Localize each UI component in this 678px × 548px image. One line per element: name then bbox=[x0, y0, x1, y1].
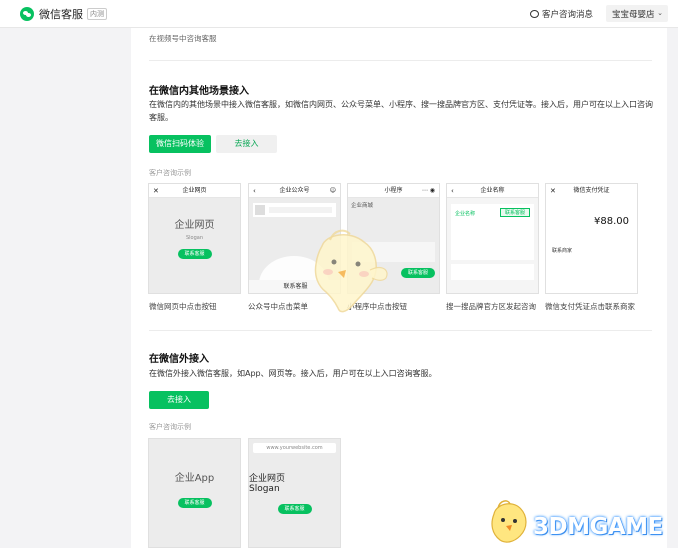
contact-merchant-text: 联系商家 bbox=[552, 248, 573, 254]
more-icon: ⋯ ◉ bbox=[421, 187, 435, 194]
watermark-text: 3DMGAME bbox=[533, 514, 663, 540]
inside-connect-button[interactable]: 去接入 bbox=[216, 135, 277, 153]
profile-icon: ☺ bbox=[329, 187, 336, 194]
card-header-title: 企业名称 bbox=[480, 187, 505, 194]
contact-service-pill: 联系客服 bbox=[177, 249, 212, 259]
back-chevron-icon: ‹ bbox=[451, 187, 454, 195]
outside-section-title: 在微信外接入 bbox=[149, 354, 209, 365]
card-header: ✕ 企业网页 bbox=[149, 184, 240, 198]
example-card-webpage: ✕ 企业网页 企业网页 Slogan 联系客服 bbox=[148, 183, 241, 294]
message-row bbox=[253, 203, 336, 217]
outside-connect-button[interactable]: 去接入 bbox=[149, 391, 209, 409]
card-header-title: 微信支付凭证 bbox=[573, 187, 610, 194]
card-caption: 微信网页中点击按钮 bbox=[149, 302, 217, 311]
watermark-mascot-icon bbox=[491, 500, 527, 543]
shop-name: 宝宝母婴店 bbox=[612, 10, 655, 20]
card-header: ‹ 企业公众号 ☺ bbox=[249, 184, 340, 198]
divider bbox=[149, 60, 652, 61]
card-body-text: 企业网页 bbox=[249, 474, 286, 484]
example-card-payment-receipt: ✕ 微信支付凭证 ¥88.00 联系商家 bbox=[545, 183, 638, 294]
inside-section-title: 在微信内其他场景接入 bbox=[149, 86, 249, 97]
avatar bbox=[255, 205, 265, 215]
card-slogan: Slogan bbox=[249, 484, 280, 494]
shop-switcher[interactable]: 宝宝母婴店 ⌄ bbox=[606, 5, 668, 22]
scan-to-try-button[interactable]: 微信扫码体验 bbox=[149, 135, 211, 153]
close-icon: ✕ bbox=[153, 187, 159, 195]
card-body-text: 企业商城 bbox=[351, 203, 374, 209]
close-icon: ✕ bbox=[550, 187, 556, 195]
card-caption: 搜一搜品牌官方区发起咨询 bbox=[446, 302, 536, 311]
payment-amount: ¥88.00 bbox=[594, 216, 629, 227]
back-chevron-icon: ‹ bbox=[253, 187, 256, 195]
contact-service-pill: 联系客服 bbox=[500, 208, 530, 217]
chat-bubble-icon bbox=[530, 10, 539, 18]
brand-area: 企业名称 联系客服 bbox=[451, 204, 534, 260]
card-body-text: 企业App bbox=[174, 473, 215, 484]
left-gutter bbox=[0, 28, 130, 548]
url-bar: www.yourwebsite.com bbox=[253, 443, 336, 453]
channels-note: 在视频号中咨询客服 bbox=[149, 34, 217, 43]
app-logo[interactable]: 微信客服 内测 bbox=[20, 6, 107, 22]
card-header: ✕ 微信支付凭证 bbox=[546, 184, 637, 198]
mascot-bird-icon bbox=[314, 229, 388, 313]
card-header: 小程序 ⋯ ◉ bbox=[348, 184, 439, 198]
outside-section-desc: 在微信外接入微信客服，如App、网页等。接入后，用户可在以上入口咨询客服。 bbox=[149, 369, 437, 378]
message-bubble bbox=[269, 207, 332, 213]
inside-section-desc: 在微信内的其他场景中接入微信客服，如微信内网页、公众号菜单、小程序、搜一搜品牌官… bbox=[149, 100, 653, 122]
card-slogan: Slogan bbox=[185, 235, 204, 241]
example-card-app: 企业App 联系客服 bbox=[148, 438, 241, 548]
customer-messages-label: 客户咨询消息 bbox=[542, 10, 594, 20]
divider bbox=[149, 330, 652, 331]
chevron-down-icon: ⌄ bbox=[657, 9, 663, 17]
app-tag: 内测 bbox=[87, 8, 107, 20]
card-caption: 公众号中点击菜单 bbox=[248, 302, 308, 311]
card-header: ‹ 企业名称 bbox=[447, 184, 538, 198]
card-body-text: 企业名称 bbox=[455, 211, 476, 217]
card-header-title: 小程序 bbox=[384, 187, 403, 194]
card-body-text: 企业网页 bbox=[174, 220, 215, 231]
outside-examples-label: 客户咨询示例 bbox=[149, 423, 191, 431]
example-card-web: www.yourwebsite.com 企业网页 Slogan 联系客服 bbox=[248, 438, 341, 548]
wechat-service-logo-icon bbox=[20, 7, 34, 21]
inside-examples-label: 客户咨询示例 bbox=[149, 169, 191, 177]
example-card-search-brand: ‹ 企业名称 企业名称 联系客服 bbox=[446, 183, 539, 294]
contact-service-pill: 联系客服 bbox=[177, 498, 212, 508]
service-row bbox=[451, 264, 534, 280]
customer-messages-link[interactable]: 客户咨询消息 bbox=[530, 8, 593, 20]
card-header-title: 企业公众号 bbox=[279, 187, 310, 194]
app-name: 微信客服 bbox=[39, 8, 83, 21]
card-caption: 微信支付凭证点击联系商家 bbox=[545, 302, 635, 311]
card-header-title: 企业网页 bbox=[182, 187, 207, 194]
contact-service-pill: 联系客服 bbox=[401, 268, 435, 278]
top-bar: 微信客服 内测 客户咨询消息 宝宝母婴店 ⌄ bbox=[0, 0, 678, 28]
contact-service-pill: 联系客服 bbox=[277, 504, 312, 514]
